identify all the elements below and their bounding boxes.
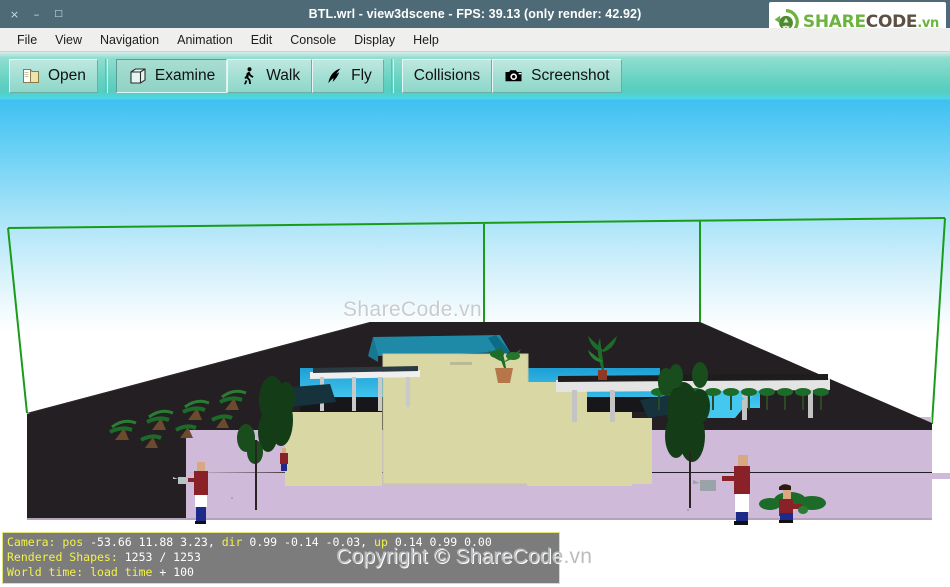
status-pos-label: pos [62,535,84,549]
screenshot-button-label: Screenshot [531,67,610,84]
examine-button[interactable]: Examine [115,59,228,93]
open-button-label: Open [48,67,86,84]
status-overlay: Camera: pos -53.66 11.88 3.23, dir 0.99 … [2,532,560,584]
building-far-right [632,418,652,484]
window-controls: × – □ [0,0,64,28]
status-shapes-value: 1253 / 1253 [124,550,201,564]
screenshot-button[interactable]: Screenshot [492,59,622,93]
status-camera-label: Camera: [7,535,56,549]
minimize-icon[interactable]: – [31,9,42,20]
toolbar-separator-1 [102,59,112,93]
status-worldtime-value-b: + 100 [159,565,194,579]
menu-item-view[interactable]: View [46,30,91,50]
status-dir-value: 0.99 -0.14 -0.03, [249,535,368,549]
fly-button-label: Fly [351,67,372,84]
pergola-post [352,377,356,411]
title-bar: × – □ BTL.wrl - view3dscene - FPS: 39.13… [0,0,950,42]
menu-item-console[interactable]: Console [281,30,345,50]
building-left [285,412,382,486]
application-window: × – □ BTL.wrl - view3dscene - FPS: 39.13… [0,0,950,587]
status-line-shapes: Rendered Shapes: 1253 / 1253 [7,550,556,565]
pergola-post [610,390,615,422]
3d-scene-render [7,217,950,525]
3d-viewport[interactable]: ShareCode.vn [0,100,950,587]
collisions-button[interactable]: Collisions [401,59,493,93]
walk-button-label: Walk [266,67,301,84]
status-shapes-label: Rendered Shapes: [7,550,118,564]
status-worldtime-label: World time: [7,565,84,579]
toolbar-separator-2 [388,59,398,93]
close-icon[interactable]: × [9,9,20,20]
open-button[interactable]: Open [9,59,98,93]
walk-button[interactable]: Walk [227,59,313,93]
camera-icon [505,70,522,82]
menu-item-navigation[interactable]: Navigation [91,30,168,50]
pergola-post [378,377,382,411]
pergola-post [406,377,410,407]
status-line-worldtime: World time: load time + 100 [7,565,556,580]
toolbar: Open Examine Walk Fly Collisions Screens… [0,52,950,100]
walk-icon [244,67,254,85]
status-up-value: 0.14 0.99 0.00 [394,535,492,549]
status-line-camera: Camera: pos -53.66 11.88 3.23, dir 0.99 … [7,535,556,550]
menu-bar: File View Navigation Animation Edit Cons… [0,28,950,52]
building-vent [450,362,472,365]
status-pos-value: -53.66 11.88 3.23, [90,535,215,549]
menu-item-animation[interactable]: Animation [168,30,242,50]
pergola-post [572,390,577,422]
watering-can [700,480,716,491]
fly-button[interactable]: Fly [312,59,384,93]
status-worldtime-value-a: load time [90,565,153,579]
menu-item-help[interactable]: Help [404,30,448,50]
building-right [527,412,632,486]
menu-item-display[interactable]: Display [345,30,404,50]
folder-icon [23,69,39,83]
bird-icon [328,68,341,84]
watering-can [178,477,188,484]
maximize-icon[interactable]: □ [53,9,64,20]
status-dir-label: dir [221,535,243,549]
menu-item-edit[interactable]: Edit [242,30,282,50]
collisions-button-label: Collisions [413,67,481,84]
tree-trunk [689,456,691,508]
menu-item-file[interactable]: File [8,30,46,50]
status-up-label: up [374,535,388,549]
examine-button-label: Examine [154,67,216,84]
tree-trunk [255,440,257,510]
cube-icon [130,68,146,84]
